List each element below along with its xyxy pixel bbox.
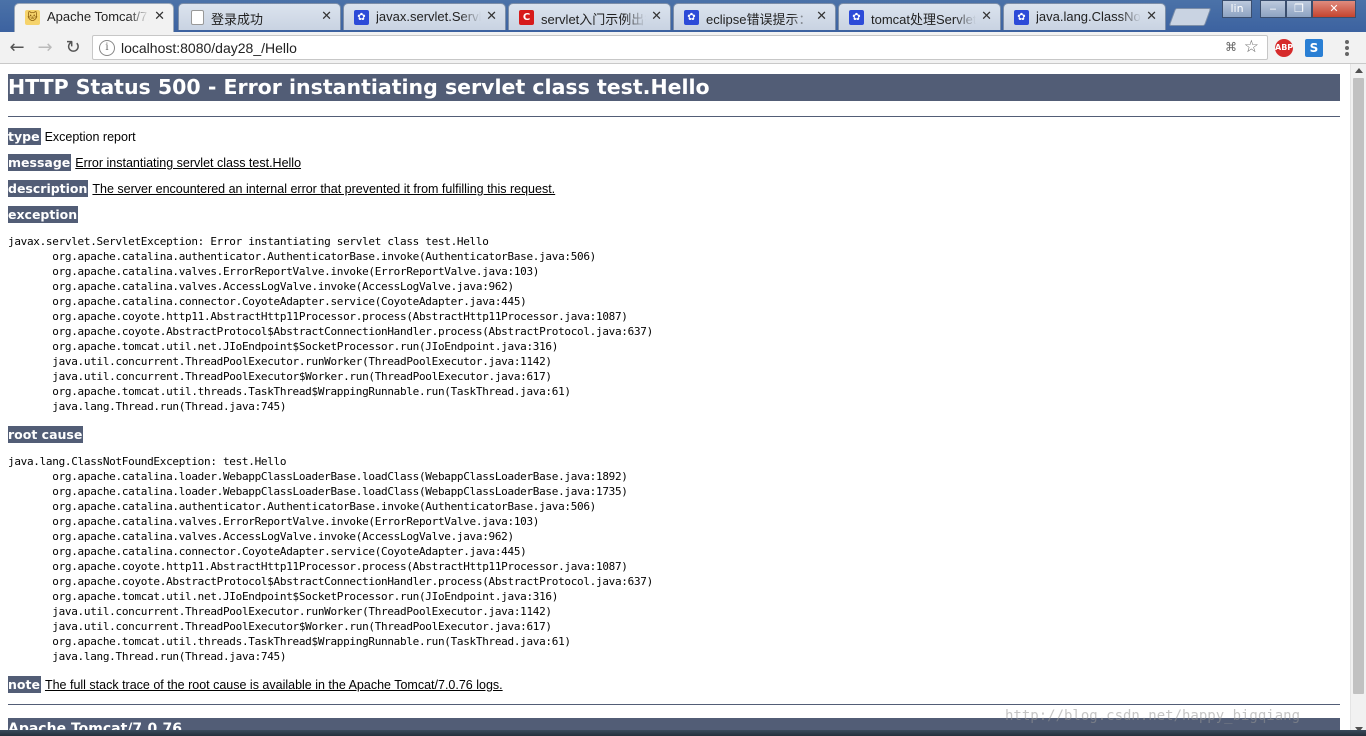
tab-close-icon[interactable]: ✕ bbox=[486, 9, 497, 24]
minimize-button[interactable]: ‒ bbox=[1260, 0, 1286, 18]
adblock-plus-icon[interactable]: ABP bbox=[1275, 39, 1293, 57]
exception-stack-trace: javax.servlet.ServletException: Error in… bbox=[8, 235, 653, 413]
note-row: note The full stack trace of the root cau… bbox=[8, 676, 503, 693]
tab-title: eclipse错误提示： bbox=[706, 12, 811, 27]
info-icon[interactable]: i bbox=[99, 40, 115, 56]
maximize-button[interactable]: ❐ bbox=[1286, 0, 1312, 18]
tab-close-icon[interactable]: ✕ bbox=[1146, 9, 1157, 24]
menu-icon[interactable] bbox=[1340, 40, 1354, 58]
tab-title: java.lang.ClassNotFoundException bbox=[1036, 9, 1141, 24]
address-bar[interactable]: i localhost:8080/day28_/Hello ⌘ ☆ bbox=[92, 35, 1268, 60]
tab-servlet-intro[interactable]: C servlet入门示例出错 ✕ bbox=[508, 3, 671, 30]
page-content: HTTP Status 500 - Error instantiating se… bbox=[0, 64, 1350, 736]
page-icon bbox=[191, 10, 204, 25]
type-value: Exception report bbox=[44, 130, 136, 144]
description-label: description bbox=[8, 180, 89, 197]
tab-close-icon[interactable]: ✕ bbox=[816, 9, 827, 24]
message-row: message Error instantiating servlet class… bbox=[8, 154, 302, 171]
tab-classnotfound[interactable]: ✿ java.lang.ClassNotFoundException ✕ bbox=[1003, 3, 1166, 30]
scrollbar-thumb[interactable] bbox=[1353, 78, 1364, 694]
tab-title: servlet入门示例出错 bbox=[541, 12, 646, 27]
csdn-icon: C bbox=[519, 10, 534, 25]
forward-icon[interactable]: → bbox=[34, 37, 56, 59]
bookmark-star-icon[interactable]: ☆ bbox=[1244, 37, 1259, 57]
exception-label: exception bbox=[8, 206, 79, 223]
tab-close-icon[interactable]: ✕ bbox=[651, 9, 662, 24]
tab-close-icon[interactable]: ✕ bbox=[154, 9, 165, 24]
tab-title: Apache Tomcat/7.0.76 - Error report bbox=[47, 9, 149, 24]
divider bbox=[8, 116, 1340, 117]
description-row: description The server encountered an int… bbox=[8, 180, 556, 197]
baidu-paw-icon: ✿ bbox=[1014, 10, 1029, 25]
new-tab-button[interactable] bbox=[1168, 8, 1212, 26]
type-row: type Exception report bbox=[8, 128, 136, 145]
tab-title: 登录成功 bbox=[211, 12, 264, 27]
tab-close-icon[interactable]: ✕ bbox=[321, 9, 332, 24]
close-window-button[interactable]: ✕ bbox=[1312, 0, 1356, 18]
extension-s-icon[interactable]: S bbox=[1305, 39, 1323, 57]
tab-title: javax.servlet.ServletException bbox=[376, 9, 481, 24]
user-profile-button[interactable]: lin bbox=[1222, 0, 1252, 18]
baidu-paw-icon: ✿ bbox=[354, 10, 369, 25]
tab-javax-servlet[interactable]: ✿ javax.servlet.ServletException ✕ bbox=[343, 3, 506, 30]
back-icon[interactable]: ← bbox=[6, 37, 28, 59]
browser-toolbar: ← → ↻ i localhost:8080/day28_/Hello ⌘ ☆ … bbox=[0, 32, 1366, 64]
message-label: message bbox=[8, 154, 72, 171]
type-label: type bbox=[8, 128, 41, 145]
tab-login-success[interactable]: 登录成功 ✕ bbox=[178, 3, 341, 30]
note-value: The full stack trace of the root cause i… bbox=[44, 678, 503, 692]
message-value: Error instantiating servlet class test.H… bbox=[75, 156, 302, 170]
exception-row: exception bbox=[8, 206, 79, 223]
page-title: HTTP Status 500 - Error instantiating se… bbox=[8, 74, 1340, 101]
tab-apache-tomcat[interactable]: 🐱 Apache Tomcat/7.0.76 - Error report ✕ bbox=[14, 3, 174, 32]
tab-eclipse-error[interactable]: ✿ eclipse错误提示： ✕ bbox=[673, 3, 836, 30]
scroll-up-icon[interactable] bbox=[1355, 68, 1363, 73]
root-cause-label: root cause bbox=[8, 426, 84, 443]
tab-tomcat-servlet[interactable]: ✿ tomcat处理Servlet ✕ bbox=[838, 3, 1001, 30]
vertical-scrollbar[interactable] bbox=[1350, 64, 1366, 736]
url-text[interactable]: localhost:8080/day28_/Hello bbox=[121, 40, 297, 56]
os-taskbar bbox=[0, 730, 1366, 736]
reload-icon[interactable]: ↻ bbox=[62, 37, 84, 59]
tomcat-icon: 🐱 bbox=[25, 10, 40, 25]
root-cause-row: root cause bbox=[8, 426, 84, 443]
description-value: The server encountered an internal error… bbox=[92, 182, 556, 196]
root-cause-stack-trace: java.lang.ClassNotFoundException: test.H… bbox=[8, 455, 653, 663]
divider bbox=[8, 704, 1340, 705]
baidu-paw-icon: ✿ bbox=[849, 10, 864, 25]
baidu-paw-icon: ✿ bbox=[684, 10, 699, 25]
watermark: http://blog.csdn.net/happy_bigqiang bbox=[1005, 708, 1301, 724]
translate-icon[interactable]: ⌘ bbox=[1225, 40, 1237, 54]
note-label: note bbox=[8, 676, 41, 693]
tab-strip: 🐱 Apache Tomcat/7.0.76 - Error report ✕ … bbox=[0, 0, 1366, 32]
tab-title: tomcat处理Servlet bbox=[871, 12, 976, 27]
tab-close-icon[interactable]: ✕ bbox=[981, 9, 992, 24]
